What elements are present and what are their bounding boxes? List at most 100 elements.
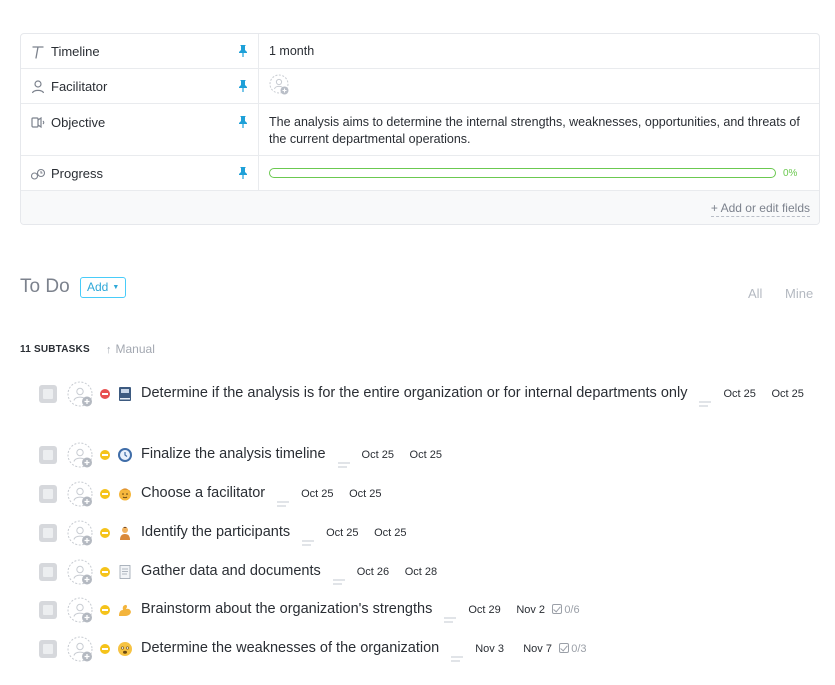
pin-icon[interactable] <box>238 166 248 180</box>
filter-mine[interactable]: Mine <box>785 286 813 301</box>
due-date[interactable]: Oct 25 <box>771 388 803 400</box>
caret-down-icon: ▼ <box>112 284 120 291</box>
subtask-name[interactable]: Choose a facilitator <box>141 485 265 501</box>
description-icon <box>302 533 315 546</box>
status-checkbox[interactable] <box>39 601 57 619</box>
add-assignee-icon[interactable] <box>67 636 95 664</box>
start-date[interactable]: Oct 25 <box>362 449 394 461</box>
field-label-cell: Facilitator <box>21 69 259 103</box>
subtask-name[interactable]: Brainstorm about the organization's stre… <box>141 601 432 617</box>
subtask-name[interactable]: Gather data and documents <box>141 563 321 579</box>
status-checkbox[interactable] <box>39 524 57 542</box>
add-button-label: Add <box>87 280 109 294</box>
filter-all[interactable]: All <box>748 286 762 301</box>
status-group-title: To Do <box>20 276 70 297</box>
status-checkbox[interactable] <box>39 485 57 503</box>
checklist-progress[interactable]: 0/3 <box>559 642 587 655</box>
start-date[interactable]: Oct 25 <box>723 388 755 400</box>
add-or-edit-fields-link[interactable]: + Add or edit fields <box>710 201 810 217</box>
subtask-row[interactable]: Identify the participants Oct 25 Oct 25 <box>0 514 835 552</box>
field-row-objective: Objective The analysis aims to determine… <box>21 104 819 156</box>
due-date[interactable]: Nov 2 <box>516 604 545 616</box>
status-checkbox[interactable] <box>39 640 57 658</box>
custom-fields-card: Timeline 1 month Facilitator Objective T… <box>20 33 820 225</box>
subtask-row[interactable]: Brainstorm about the organization's stre… <box>0 591 835 629</box>
field-value-objective[interactable]: The analysis aims to determine the inter… <box>269 114 807 148</box>
priority-normal-icon[interactable] <box>100 567 110 577</box>
status-checkbox[interactable] <box>39 446 57 464</box>
subtask-name[interactable]: Determine if the analysis is for the ent… <box>141 385 687 401</box>
description-icon <box>451 649 464 662</box>
flexed-arm-icon <box>117 602 133 618</box>
field-label-cell: Objective <box>21 104 259 155</box>
add-assignee-icon[interactable] <box>67 481 95 509</box>
description-icon <box>332 572 345 585</box>
due-date[interactable]: Oct 25 <box>374 527 406 539</box>
start-date[interactable]: Oct 26 <box>357 566 389 578</box>
add-assignee-icon[interactable] <box>67 559 95 587</box>
add-subtask-button[interactable]: Add ▼ <box>80 277 127 298</box>
text-icon <box>30 44 46 60</box>
checklist-count: 0/6 <box>564 604 580 616</box>
start-date[interactable]: Oct 25 <box>301 488 333 500</box>
priority-normal-icon[interactable] <box>100 528 110 538</box>
field-label-facilitator: Facilitator <box>51 79 108 94</box>
field-label-timeline: Timeline <box>51 44 100 59</box>
due-date[interactable]: Nov 7 <box>523 643 552 655</box>
book-icon <box>117 386 133 402</box>
priority-normal-icon[interactable] <box>100 644 110 654</box>
priority-urgent-icon[interactable] <box>100 389 110 399</box>
status-checkbox[interactable] <box>39 563 57 581</box>
field-row-progress: Progress 0% <box>21 156 819 191</box>
field-value-timeline[interactable]: 1 month <box>269 44 807 58</box>
due-date[interactable]: Oct 25 <box>349 488 381 500</box>
priority-normal-icon[interactable] <box>100 605 110 615</box>
checklist-progress[interactable]: 0/6 <box>552 603 580 616</box>
progress-bar <box>269 168 776 178</box>
add-assignee-icon[interactable] <box>67 520 95 548</box>
person-icon <box>30 79 46 95</box>
clock-icon <box>117 447 133 463</box>
subtask-name[interactable]: Finalize the analysis timeline <box>141 446 326 462</box>
field-label-progress: Progress <box>51 166 104 181</box>
subtask-row[interactable]: Finalize the analysis timeline Oct 25 Oct … <box>0 436 835 474</box>
add-assignee-icon[interactable] <box>67 381 95 409</box>
subtask-row[interactable]: Determine the weaknesses of the organiza… <box>0 630 835 668</box>
document-icon <box>117 564 133 580</box>
checklist-icon <box>559 643 570 653</box>
field-label-cell: Timeline <box>21 34 259 68</box>
start-date[interactable]: Oct 25 <box>326 527 358 539</box>
priority-normal-icon[interactable] <box>100 489 110 499</box>
subtask-name[interactable]: Identify the participants <box>141 524 290 540</box>
checklist-count: 0/3 <box>571 643 587 655</box>
sort-label: Manual <box>115 342 155 356</box>
subtask-row[interactable]: Determine if the analysis is for the ent… <box>0 375 835 413</box>
due-date[interactable]: Oct 25 <box>410 449 442 461</box>
sort-manual-button[interactable]: ↑ Manual <box>106 342 155 356</box>
description-icon <box>277 494 290 507</box>
subtask-row[interactable]: Gather data and documents Oct 26 Oct 28 <box>0 553 835 591</box>
pin-icon[interactable] <box>238 79 248 93</box>
priority-normal-icon[interactable] <box>100 450 110 460</box>
speaker-icon <box>30 115 46 131</box>
subtask-name[interactable]: Determine the weaknesses of the organiza… <box>141 640 439 656</box>
subtask-count: 11 SUBTASKS <box>20 344 90 355</box>
description-icon <box>699 394 712 407</box>
status-checkbox[interactable] <box>39 385 57 403</box>
add-assignee-icon[interactable] <box>67 597 95 625</box>
due-date[interactable]: Oct 28 <box>405 566 437 578</box>
add-assignee-icon[interactable] <box>269 74 291 98</box>
progress-percent: 0% <box>783 168 798 179</box>
pin-icon[interactable] <box>238 115 248 129</box>
description-icon <box>444 610 457 623</box>
field-row-facilitator: Facilitator <box>21 69 819 104</box>
pin-icon[interactable] <box>238 44 248 58</box>
add-assignee-icon[interactable] <box>67 442 95 470</box>
field-label-objective: Objective <box>51 115 106 130</box>
start-date[interactable]: Oct 29 <box>468 604 500 616</box>
arrow-up-icon: ↑ <box>106 344 112 356</box>
start-date[interactable]: Nov 3 <box>475 643 504 655</box>
progress-icon <box>30 166 46 182</box>
field-label-cell: Progress <box>21 156 259 190</box>
subtask-row[interactable]: Choose a facilitator Oct 25 Oct 25 <box>0 475 835 513</box>
